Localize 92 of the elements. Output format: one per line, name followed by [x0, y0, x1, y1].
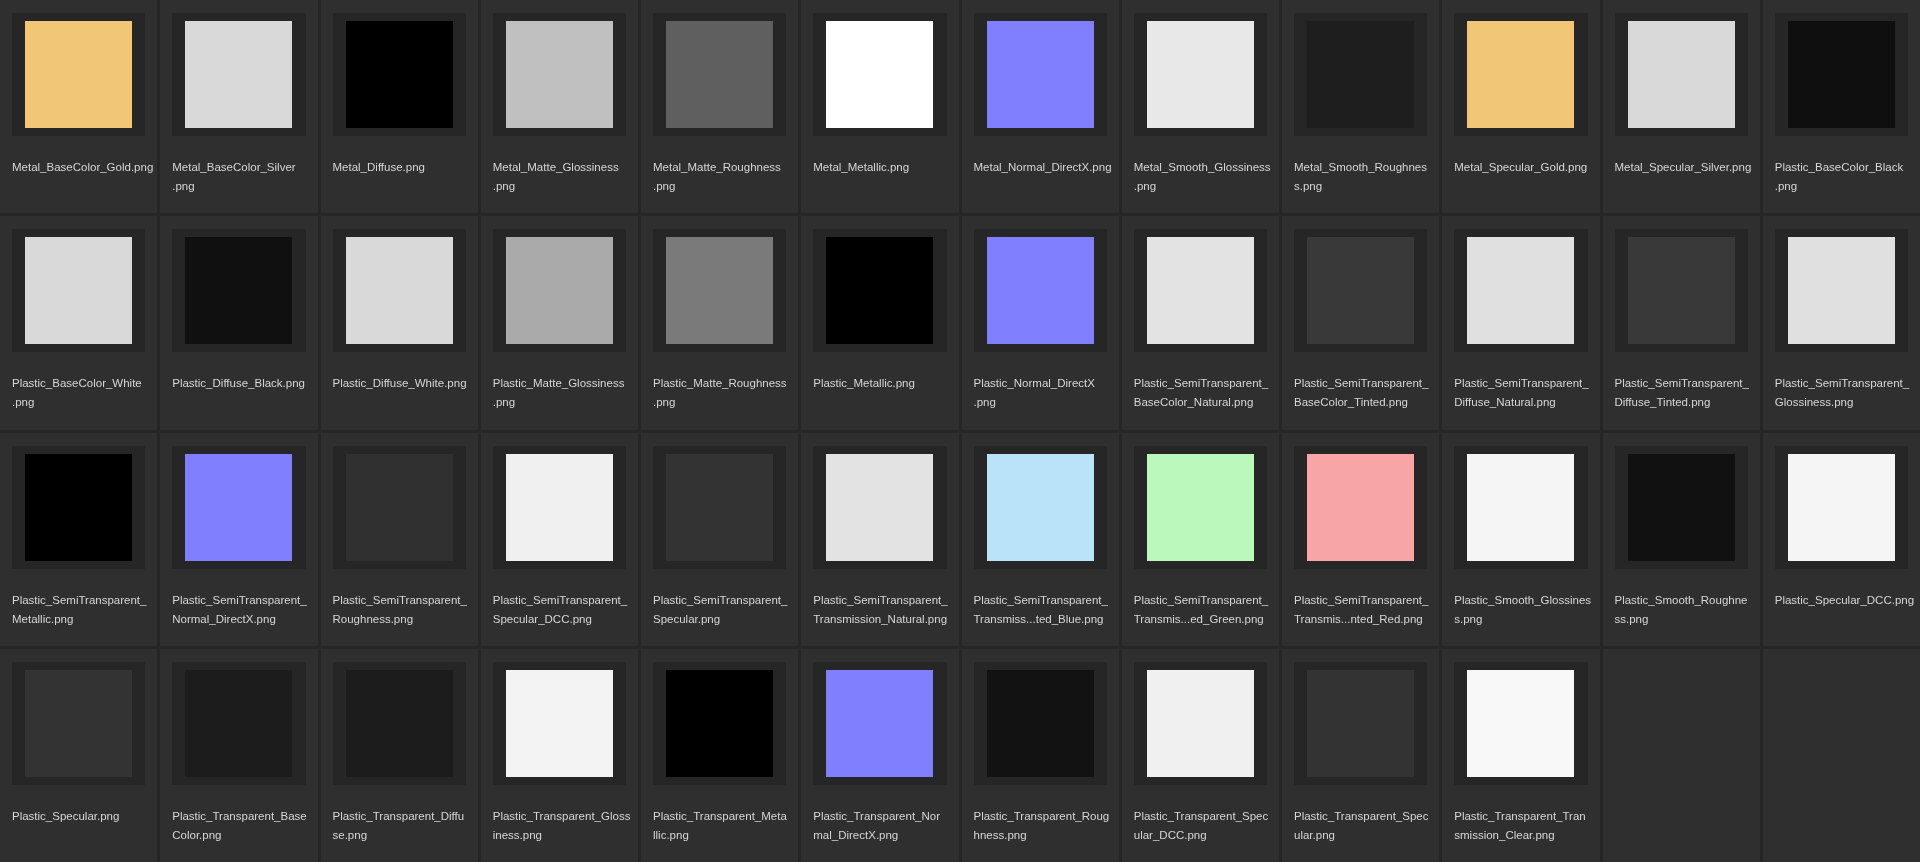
file-name: Plastic_Transparent_Diffu se.png: [332, 808, 465, 843]
texture-tile[interactable]: Plastic_SemiTransparent_ BaseColor_Tinted.png: [1282, 216, 1440, 430]
texture-tile[interactable]: Plastic_Transparent_Diffu se.png: [320, 648, 478, 862]
texture-tile[interactable]: Metal_BaseColor_Gold.png: [0, 0, 158, 214]
texture-tile[interactable]: Plastic_Transparent_Tran smission_Clear.png: [1442, 648, 1600, 862]
file-name: Plastic_Metallic.png: [813, 376, 915, 392]
texture-tile[interactable]: Plastic_SemiTransparent_ Specular_DCC.png: [480, 432, 638, 646]
texture-tile[interactable]: Metal_Specular_Gold.png: [1442, 0, 1600, 214]
file-name: Plastic_Diffuse_White.png: [332, 376, 467, 392]
file-name: Metal_Diffuse.png: [332, 160, 425, 175]
file-name: Plastic_Transparent_Roug hness.png: [973, 808, 1110, 843]
file-name: Plastic_Matte_Roughness .png: [653, 376, 787, 411]
file-name: Plastic_SemiTransparent_ Transmission_Natural.png: [813, 592, 948, 627]
file-name: Plastic_Matte_Glossiness .png: [492, 376, 625, 411]
texture-tile[interactable]: Plastic_Matte_Roughness .png: [641, 216, 799, 430]
texture-tile[interactable]: Metal_Metallic.png: [801, 0, 959, 214]
texture-tile[interactable]: Plastic_Diffuse_White.png: [320, 216, 478, 430]
file-name: Plastic_Transparent_Meta llic.png: [653, 808, 787, 843]
texture-tile[interactable]: Plastic_BaseColor_White .png: [0, 216, 158, 430]
texture-tile[interactable]: Plastic_Transparent_Base Color.png: [160, 648, 318, 862]
texture-tile[interactable]: Metal_Normal_DirectX.png: [961, 0, 1119, 214]
texture-tile[interactable]: Plastic_SemiTransparent_ Specular.png: [641, 432, 799, 646]
texture-tile[interactable]: Plastic_Transparent_Spec ular_DCC.png: [1121, 648, 1279, 862]
file-name: Plastic_SemiTransparent_ Diffuse_Natural.png: [1454, 376, 1589, 411]
texture-tile[interactable]: Metal_BaseColor_Silver .png: [160, 0, 318, 214]
file-name: Plastic_BaseColor_White .png: [12, 376, 142, 411]
texture-tile[interactable]: Metal_Smooth_Glossiness .png: [1121, 0, 1279, 214]
file-name: Plastic_Transparent_Spec ular_DCC.png: [1133, 808, 1269, 843]
file-name: Plastic_SemiTransparent_ Specular_DCC.png: [492, 592, 628, 627]
file-name: Plastic_BaseColor_Black .png: [1774, 160, 1904, 194]
file-name: Plastic_SemiTransparent_ Metallic.png: [12, 592, 147, 627]
texture-tile[interactable]: Plastic_SemiTransparent_ Transmiss...ted_Blue.png: [961, 432, 1119, 646]
file-name: Plastic_Transparent_Spec ular.png: [1294, 808, 1429, 843]
file-name: Plastic_Transparent_Base Color.png: [172, 808, 307, 843]
file-name: Metal_Matte_Roughness .png: [653, 160, 781, 194]
file-name: Plastic_Transparent_Tran smission_Clear.png: [1454, 808, 1586, 843]
texture-tile[interactable]: Plastic_Matte_Glossiness .png: [480, 216, 638, 430]
file-name: Metal_Metallic.png: [813, 160, 910, 175]
texture-tile[interactable]: Plastic_SemiTransparent_ Diffuse_Natural.png: [1442, 216, 1600, 430]
texture-tile[interactable]: Plastic_Diffuse_Black.png: [160, 216, 318, 430]
file-name: Plastic_SemiTransparent_ Normal_DirectX.png: [172, 592, 307, 627]
texture-tile[interactable]: Metal_Diffuse.png: [320, 0, 478, 214]
texture-tile[interactable]: Plastic_Transparent_Meta llic.png: [641, 648, 799, 862]
file-name: Plastic_Transparent_Nor mal_DirectX.png: [813, 808, 941, 843]
file-name: Plastic_SemiTransparent_ Roughness.png: [332, 592, 467, 627]
texture-tile[interactable]: Plastic_SemiTransparent_ Normal_DirectX.png: [160, 432, 318, 646]
file-name: Plastic_Normal_DirectX .png: [973, 376, 1095, 411]
file-name: Plastic_SemiTransparent_ Diffuse_Tinted.png: [1614, 376, 1749, 411]
file-name: Plastic_Diffuse_Black.png: [172, 376, 305, 392]
texture-tile[interactable]: Metal_Matte_Glossiness .png: [480, 0, 638, 214]
texture-tile[interactable]: Plastic_SemiTransparent_ Transmis...ed_Green.png: [1121, 432, 1279, 646]
file-name: Plastic_Smooth_Glossines s.png: [1454, 592, 1592, 627]
file-name: Plastic_SemiTransparent_ Specular.png: [653, 592, 788, 627]
texture-tile[interactable]: Plastic_Normal_DirectX .png: [961, 216, 1119, 430]
texture-tile[interactable]: Metal_Specular_Silver.png: [1602, 0, 1760, 214]
texture-tile[interactable]: Plastic_SemiTransparent_ Transmission_Natural.png: [801, 432, 959, 646]
texture-tile[interactable]: Plastic_Transparent_Spec ular.png: [1282, 648, 1440, 862]
file-name: Metal_BaseColor_Gold.png: [12, 160, 154, 175]
file-name: Metal_Specular_Gold.png: [1454, 160, 1588, 175]
texture-tile[interactable]: Plastic_Specular.png: [0, 648, 158, 862]
texture-tile[interactable]: Plastic_Specular_DCC.png: [1762, 432, 1920, 646]
texture-tile[interactable]: Plastic_SemiTransparent_ Roughness.png: [320, 432, 478, 646]
file-name: Metal_Smooth_Glossiness .png: [1133, 160, 1271, 194]
file-name: Metal_Matte_Glossiness .png: [492, 160, 619, 194]
file-name: Plastic_SemiTransparent_ Transmis...ed_Green.png: [1133, 592, 1269, 627]
texture-tile[interactable]: Metal_Matte_Roughness .png: [641, 0, 799, 214]
file-name: Metal_Smooth_Roughnes s.png: [1294, 160, 1427, 194]
file-name: Plastic_Smooth_Roughne ss.png: [1614, 592, 1748, 627]
texture-tile[interactable]: Plastic_Smooth_Glossines s.png: [1442, 432, 1600, 646]
texture-tile[interactable]: Plastic_Transparent_Roug hness.png: [961, 648, 1119, 862]
texture-tile[interactable]: Plastic_Transparent_Nor mal_DirectX.png: [801, 648, 959, 862]
file-name: Plastic_SemiTransparent_ Transmis...nted_Red.png: [1294, 592, 1429, 627]
file-name: Metal_Normal_DirectX.png: [973, 160, 1112, 175]
texture-tile[interactable]: Plastic_SemiTransparent_ Metallic.png: [0, 432, 158, 646]
texture-tile[interactable]: Plastic_Smooth_Roughne ss.png: [1602, 432, 1760, 646]
file-name: Plastic_Transparent_Gloss iness.png: [492, 808, 631, 843]
file-name: Metal_BaseColor_Silver .png: [172, 160, 296, 194]
texture-tile[interactable]: Plastic_BaseColor_Black .png: [1762, 0, 1920, 214]
texture-tile[interactable]: Plastic_SemiTransparent_ Glossiness.png: [1762, 216, 1920, 430]
file-name: Plastic_SemiTransparent_ BaseColor_Natural.png: [1133, 376, 1269, 411]
texture-tile[interactable]: Plastic_SemiTransparent_ BaseColor_Natural.png: [1121, 216, 1279, 430]
texture-tile[interactable]: Metal_Smooth_Roughnes s.png: [1282, 0, 1440, 214]
texture-tile[interactable]: Plastic_SemiTransparent_ Transmis...nted_Red.png: [1282, 432, 1440, 646]
texture-tile[interactable]: Plastic_SemiTransparent_ Diffuse_Tinted.png: [1602, 216, 1760, 430]
file-name: Plastic_SemiTransparent_ BaseColor_Tinted.png: [1294, 376, 1429, 411]
file-name: Plastic_SemiTransparent_ Glossiness.png: [1774, 376, 1910, 411]
texture-tile[interactable]: Plastic_Transparent_Gloss iness.png: [480, 648, 638, 862]
texture-tile[interactable]: Plastic_Metallic.png: [801, 216, 959, 430]
file-name: Plastic_Specular.png: [12, 808, 120, 824]
file-name: Plastic_SemiTransparent_ Transmiss...ted_Blue.png: [973, 592, 1108, 627]
file-name: Metal_Specular_Silver.png: [1614, 160, 1752, 175]
file-name: Plastic_Specular_DCC.png: [1774, 592, 1915, 608]
